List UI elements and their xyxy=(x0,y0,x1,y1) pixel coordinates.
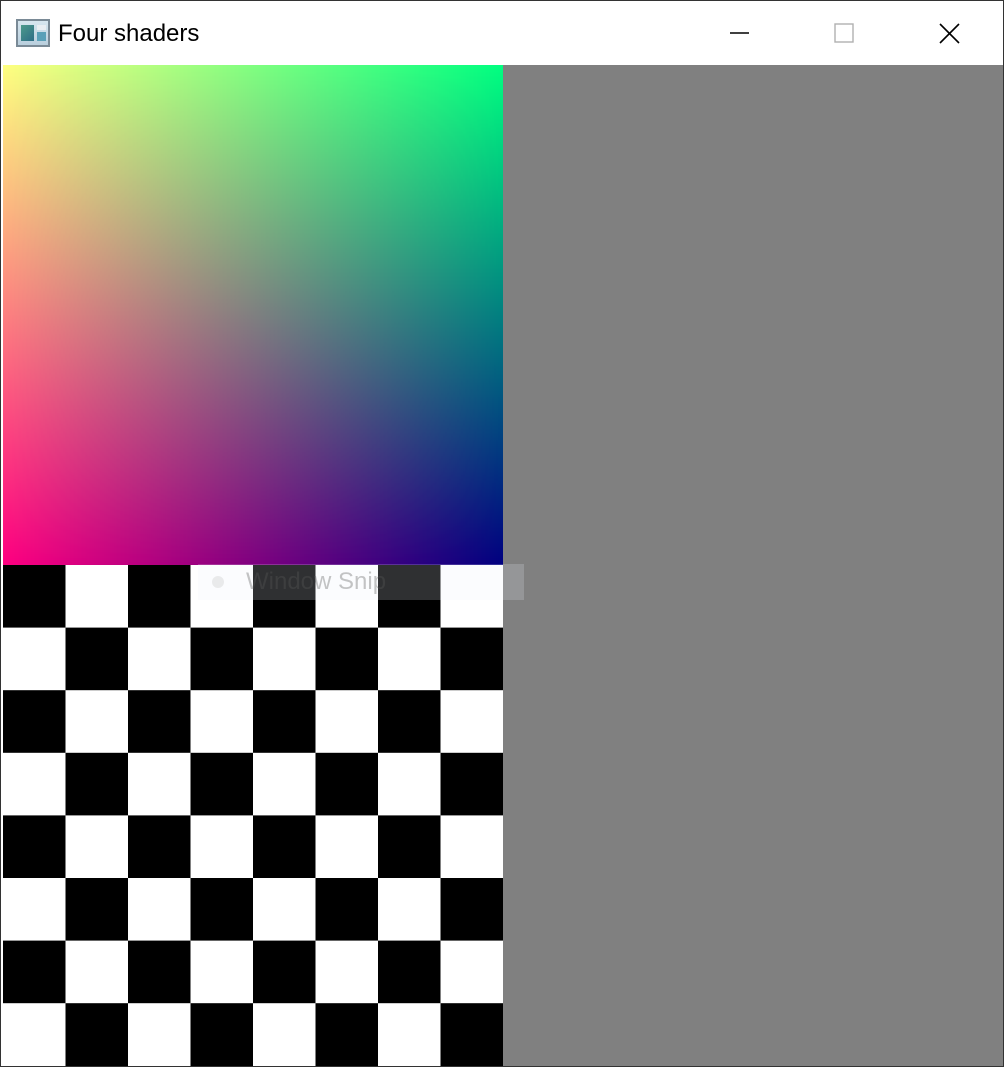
checker-cell xyxy=(128,1003,191,1066)
checker-cell xyxy=(378,627,441,691)
checker-cell xyxy=(3,565,66,629)
app-icon[interactable] xyxy=(16,19,50,47)
checker-cell xyxy=(253,1003,316,1066)
checker-cell xyxy=(440,690,503,754)
checker-cell xyxy=(128,878,191,942)
checker-cell xyxy=(3,1003,66,1066)
checker-cell xyxy=(190,815,254,879)
close-button[interactable] xyxy=(897,1,1001,65)
checker-cell xyxy=(65,565,129,629)
close-icon xyxy=(939,23,960,44)
maximize-button[interactable] xyxy=(791,1,895,65)
solid-shader-quadrant-top xyxy=(503,65,1003,565)
checker-cell xyxy=(128,752,191,816)
checker-cell xyxy=(253,940,316,1004)
checker-cell xyxy=(378,878,441,942)
checker-cell xyxy=(190,940,254,1004)
checker-cell xyxy=(65,690,129,754)
checker-cell xyxy=(253,690,316,754)
checker-cell xyxy=(65,752,129,816)
checker-cell xyxy=(315,940,379,1004)
checker-cell xyxy=(3,627,66,691)
checker-cell xyxy=(128,627,191,691)
minimize-button[interactable] xyxy=(687,1,791,65)
checker-cell xyxy=(315,752,379,816)
window-title: Four shaders xyxy=(58,20,200,47)
checker-cell xyxy=(190,752,254,816)
checker-cell xyxy=(190,878,254,942)
checker-cell xyxy=(315,627,379,691)
checker-cell xyxy=(440,878,503,942)
checker-cell xyxy=(253,878,316,942)
maximize-icon xyxy=(834,23,854,43)
checker-cell xyxy=(315,878,379,942)
checker-cell xyxy=(378,815,441,879)
checker-cell xyxy=(440,815,503,879)
checker-cell xyxy=(378,690,441,754)
snip-indicator-icon xyxy=(212,576,224,588)
checker-cell xyxy=(253,752,316,816)
checker-cell xyxy=(190,627,254,691)
checker-cell xyxy=(65,815,129,879)
checker-cell xyxy=(65,878,129,942)
minimize-icon xyxy=(730,32,749,34)
checker-cell xyxy=(3,752,66,816)
checker-cell xyxy=(3,815,66,879)
render-area: Window Snip xyxy=(3,65,1003,1066)
gradient-shader-quadrant xyxy=(3,65,503,565)
checker-cell xyxy=(315,1003,379,1066)
checkerboard-shader-quadrant xyxy=(3,565,503,1066)
checker-cell xyxy=(440,940,503,1004)
checker-cell xyxy=(128,690,191,754)
checker-cell xyxy=(378,1003,441,1066)
checker-cell xyxy=(315,815,379,879)
snip-overlay-label: Window Snip xyxy=(246,568,387,595)
checker-cell xyxy=(378,940,441,1004)
checker-cell xyxy=(253,815,316,879)
checker-cell xyxy=(3,690,66,754)
window-snip-overlay: Window Snip xyxy=(198,564,524,600)
checker-cell xyxy=(440,752,503,816)
checker-cell xyxy=(440,1003,503,1066)
checker-cell xyxy=(3,878,66,942)
checker-cell xyxy=(128,940,191,1004)
checker-cell xyxy=(315,690,379,754)
title-bar[interactable]: Four shaders xyxy=(1,1,1003,65)
solid-shader-quadrant-bottom xyxy=(503,565,1003,1066)
checker-cell xyxy=(65,940,129,1004)
checker-cell xyxy=(128,565,191,629)
checker-cell xyxy=(253,627,316,691)
checker-cell xyxy=(65,1003,129,1066)
checker-cell xyxy=(378,752,441,816)
checker-cell xyxy=(190,690,254,754)
checker-cell xyxy=(3,940,66,1004)
checker-cell xyxy=(128,815,191,879)
checker-cell xyxy=(440,627,503,691)
checker-cell xyxy=(65,627,129,691)
checker-cell xyxy=(190,1003,254,1066)
app-window: Four shaders Window Snip xyxy=(0,0,1004,1067)
